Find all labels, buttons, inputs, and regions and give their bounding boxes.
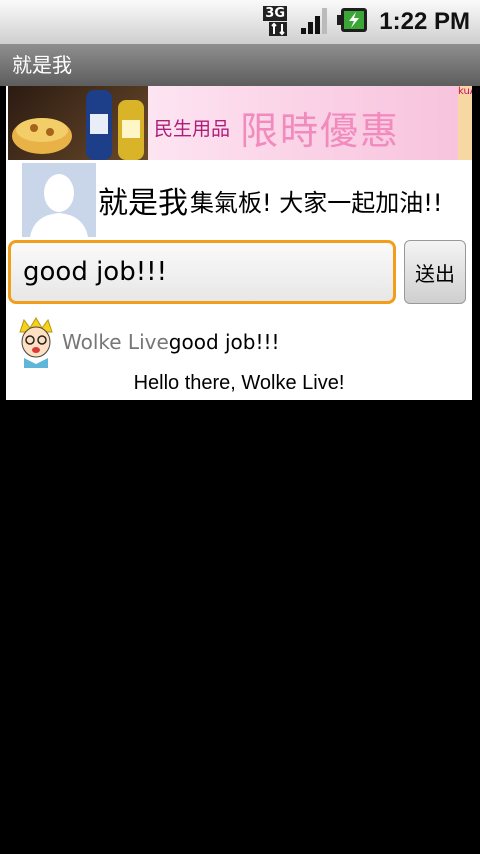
cartoon-avatar-icon xyxy=(14,316,58,368)
ad-network-tag: kuAD xyxy=(458,86,472,160)
ad-product-image xyxy=(8,86,148,160)
message-input[interactable] xyxy=(8,240,396,304)
status-bar: 3G 1:22 PM xyxy=(0,0,480,44)
signal-strength-icon xyxy=(299,4,331,40)
app-title: 就是我 xyxy=(0,44,480,86)
default-avatar xyxy=(22,163,96,237)
chat-message-text: good job!!! xyxy=(168,330,280,354)
ad-label-large: 限時優惠 xyxy=(240,109,401,153)
3g-network-icon: 3G xyxy=(263,6,293,38)
profile-status: 集氣板! 大家一起加油!! xyxy=(190,188,443,217)
clock-time: 1:22 PM xyxy=(379,8,470,35)
chat-message: Wolke Live good job!!! xyxy=(14,314,280,370)
ad-banner[interactable]: 民生用品 限時優惠 kuAD xyxy=(8,86,472,160)
profile-name: 就是我 xyxy=(98,186,188,221)
profile-header: 就是我 集氣板! 大家一起加油!! xyxy=(22,162,443,238)
chat-sender-name: Wolke Live xyxy=(62,330,169,354)
greeting-text: Hello there, Wolke Live! xyxy=(133,372,345,394)
main-panel: 民生用品 限時優惠 kuAD 就是我 集氣板! 大家一起加油!! 送出 xyxy=(6,86,472,400)
battery-charging-icon xyxy=(337,6,369,38)
send-button[interactable]: 送出 xyxy=(404,240,466,304)
ad-label-small: 民生用品 xyxy=(154,118,231,140)
